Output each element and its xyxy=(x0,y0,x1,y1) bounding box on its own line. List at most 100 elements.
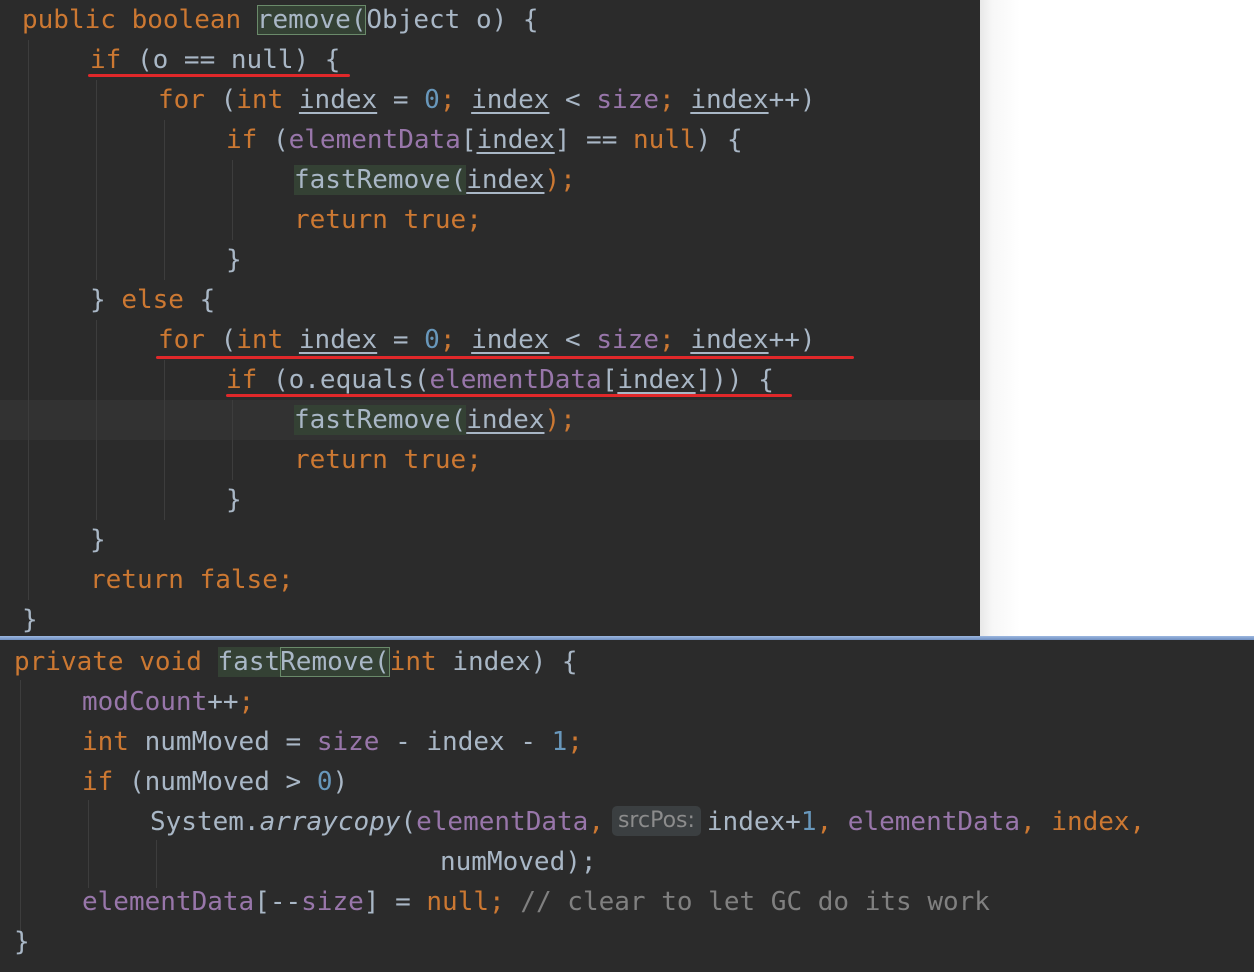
variable: index xyxy=(466,165,545,195)
variable: index xyxy=(476,125,555,155)
code-line[interactable]: fastRemove(index); xyxy=(294,400,576,440)
token: index+ xyxy=(706,807,801,837)
keyword: for xyxy=(158,325,205,355)
brace: } xyxy=(22,605,38,635)
code-line[interactable]: public boolean remove(Object o) { xyxy=(22,0,539,40)
field: size xyxy=(596,325,659,355)
keyword: int xyxy=(236,85,284,115)
code-line[interactable]: fastRemove(index); xyxy=(294,160,576,200)
field: size xyxy=(301,887,364,917)
paren: ( xyxy=(350,5,367,35)
token: (numMoved > xyxy=(113,767,317,797)
token: ) { xyxy=(695,125,743,155)
token: System. xyxy=(150,807,260,837)
code-line[interactable]: System.arraycopy(elementData, srcPos: inde… xyxy=(150,802,1145,842)
indent-guide xyxy=(164,360,165,520)
code-line[interactable]: private void fastRemove(int index) { xyxy=(14,642,578,682)
code-line[interactable]: elementData[--size] = null; // clear to … xyxy=(82,882,990,922)
token: ; xyxy=(238,687,255,717)
token: ); xyxy=(544,165,576,195)
keyword: return xyxy=(294,445,388,475)
token: ; xyxy=(466,445,482,475)
brace: } xyxy=(90,525,106,555)
field: elementData xyxy=(847,807,1020,837)
param: index) { xyxy=(436,647,578,677)
brace: } xyxy=(90,285,122,315)
token: ])) { xyxy=(695,365,774,395)
indent-guide xyxy=(96,80,97,280)
token: ; xyxy=(277,565,294,595)
token: ++) xyxy=(768,85,816,115)
code-line[interactable]: for (int index = 0; index < size; index+… xyxy=(158,80,816,120)
code-line[interactable]: } xyxy=(226,480,242,520)
method-call-prefix: fast xyxy=(294,165,357,195)
indent-guide xyxy=(232,400,233,480)
token: ; xyxy=(466,205,482,235)
code-line[interactable]: if (elementData[index] == null) { xyxy=(226,120,743,160)
variable: index xyxy=(471,85,550,115)
token: ; xyxy=(489,887,505,917)
keyword: true xyxy=(403,445,467,475)
number: 0 xyxy=(424,85,440,115)
keyword: false xyxy=(199,565,278,595)
brace: } xyxy=(226,485,242,515)
variable: index xyxy=(298,85,378,115)
keyword: int xyxy=(236,325,284,355)
token: , index, xyxy=(1019,807,1146,837)
method-call-prefix: fast xyxy=(294,405,357,435)
token: ( xyxy=(204,325,237,355)
code-line[interactable]: } else { xyxy=(90,280,215,320)
keyword: for xyxy=(158,85,205,115)
code-line[interactable]: } xyxy=(22,600,38,636)
token: = xyxy=(377,325,425,355)
number: 0 xyxy=(316,767,333,797)
method-call-highlight: Remove( xyxy=(356,405,467,435)
keyword: void xyxy=(139,647,202,677)
token: ; xyxy=(659,325,691,355)
token: = xyxy=(377,85,425,115)
variable: index xyxy=(690,325,769,355)
code-line[interactable]: } xyxy=(226,240,242,280)
token: , xyxy=(816,807,848,837)
code-line[interactable]: return true; xyxy=(294,440,482,480)
token: numMoved = xyxy=(128,727,317,757)
field: size xyxy=(596,85,659,115)
token: < xyxy=(549,325,597,355)
method-name-highlight: remove( xyxy=(256,5,367,35)
number: 1 xyxy=(800,807,817,837)
number: 0 xyxy=(424,325,440,355)
token: ++ xyxy=(207,687,239,717)
brace: } xyxy=(226,245,242,275)
keyword: boolean xyxy=(131,5,242,35)
brace: { xyxy=(183,285,216,315)
brace: } xyxy=(14,927,30,957)
code-line[interactable]: int numMoved = size - index - 1; xyxy=(82,722,583,762)
code-line[interactable]: numMoved); xyxy=(440,842,597,882)
keyword: null xyxy=(633,125,696,155)
indent-guide xyxy=(164,120,165,280)
blank-area xyxy=(980,0,1254,636)
token: [ xyxy=(460,125,477,155)
keyword: int xyxy=(389,647,437,677)
parameter-hint: srcPos: xyxy=(611,805,701,836)
code-line[interactable]: modCount++; xyxy=(82,682,254,722)
code-line[interactable]: for (int index = 0; index < size; index+… xyxy=(158,320,816,360)
field: elementData xyxy=(82,887,255,917)
code-line[interactable]: } xyxy=(90,520,106,560)
code-editor-fastRemove-method[interactable]: private void fastRemove(int index) { mod… xyxy=(0,640,1254,972)
red-underline-annotation xyxy=(88,74,350,77)
token: ( xyxy=(204,85,237,115)
method-name-highlight: Remove( xyxy=(280,647,390,677)
condition: (o == null) xyxy=(136,45,310,75)
code-line[interactable]: return true; xyxy=(294,200,482,240)
token: ) xyxy=(332,767,349,797)
code-editor-remove-method[interactable]: public boolean remove(Object o) { if (o … xyxy=(0,0,980,636)
comment: // clear to let GC do its work xyxy=(504,887,990,917)
code-line[interactable]: } xyxy=(14,922,30,962)
field: elementData xyxy=(416,807,589,837)
token: ; xyxy=(567,727,583,757)
method-call-highlight: Remove( xyxy=(356,165,467,195)
code-line[interactable]: if (numMoved > 0) xyxy=(82,762,348,802)
code-line[interactable]: return false; xyxy=(90,560,294,600)
number: 1 xyxy=(551,727,568,757)
